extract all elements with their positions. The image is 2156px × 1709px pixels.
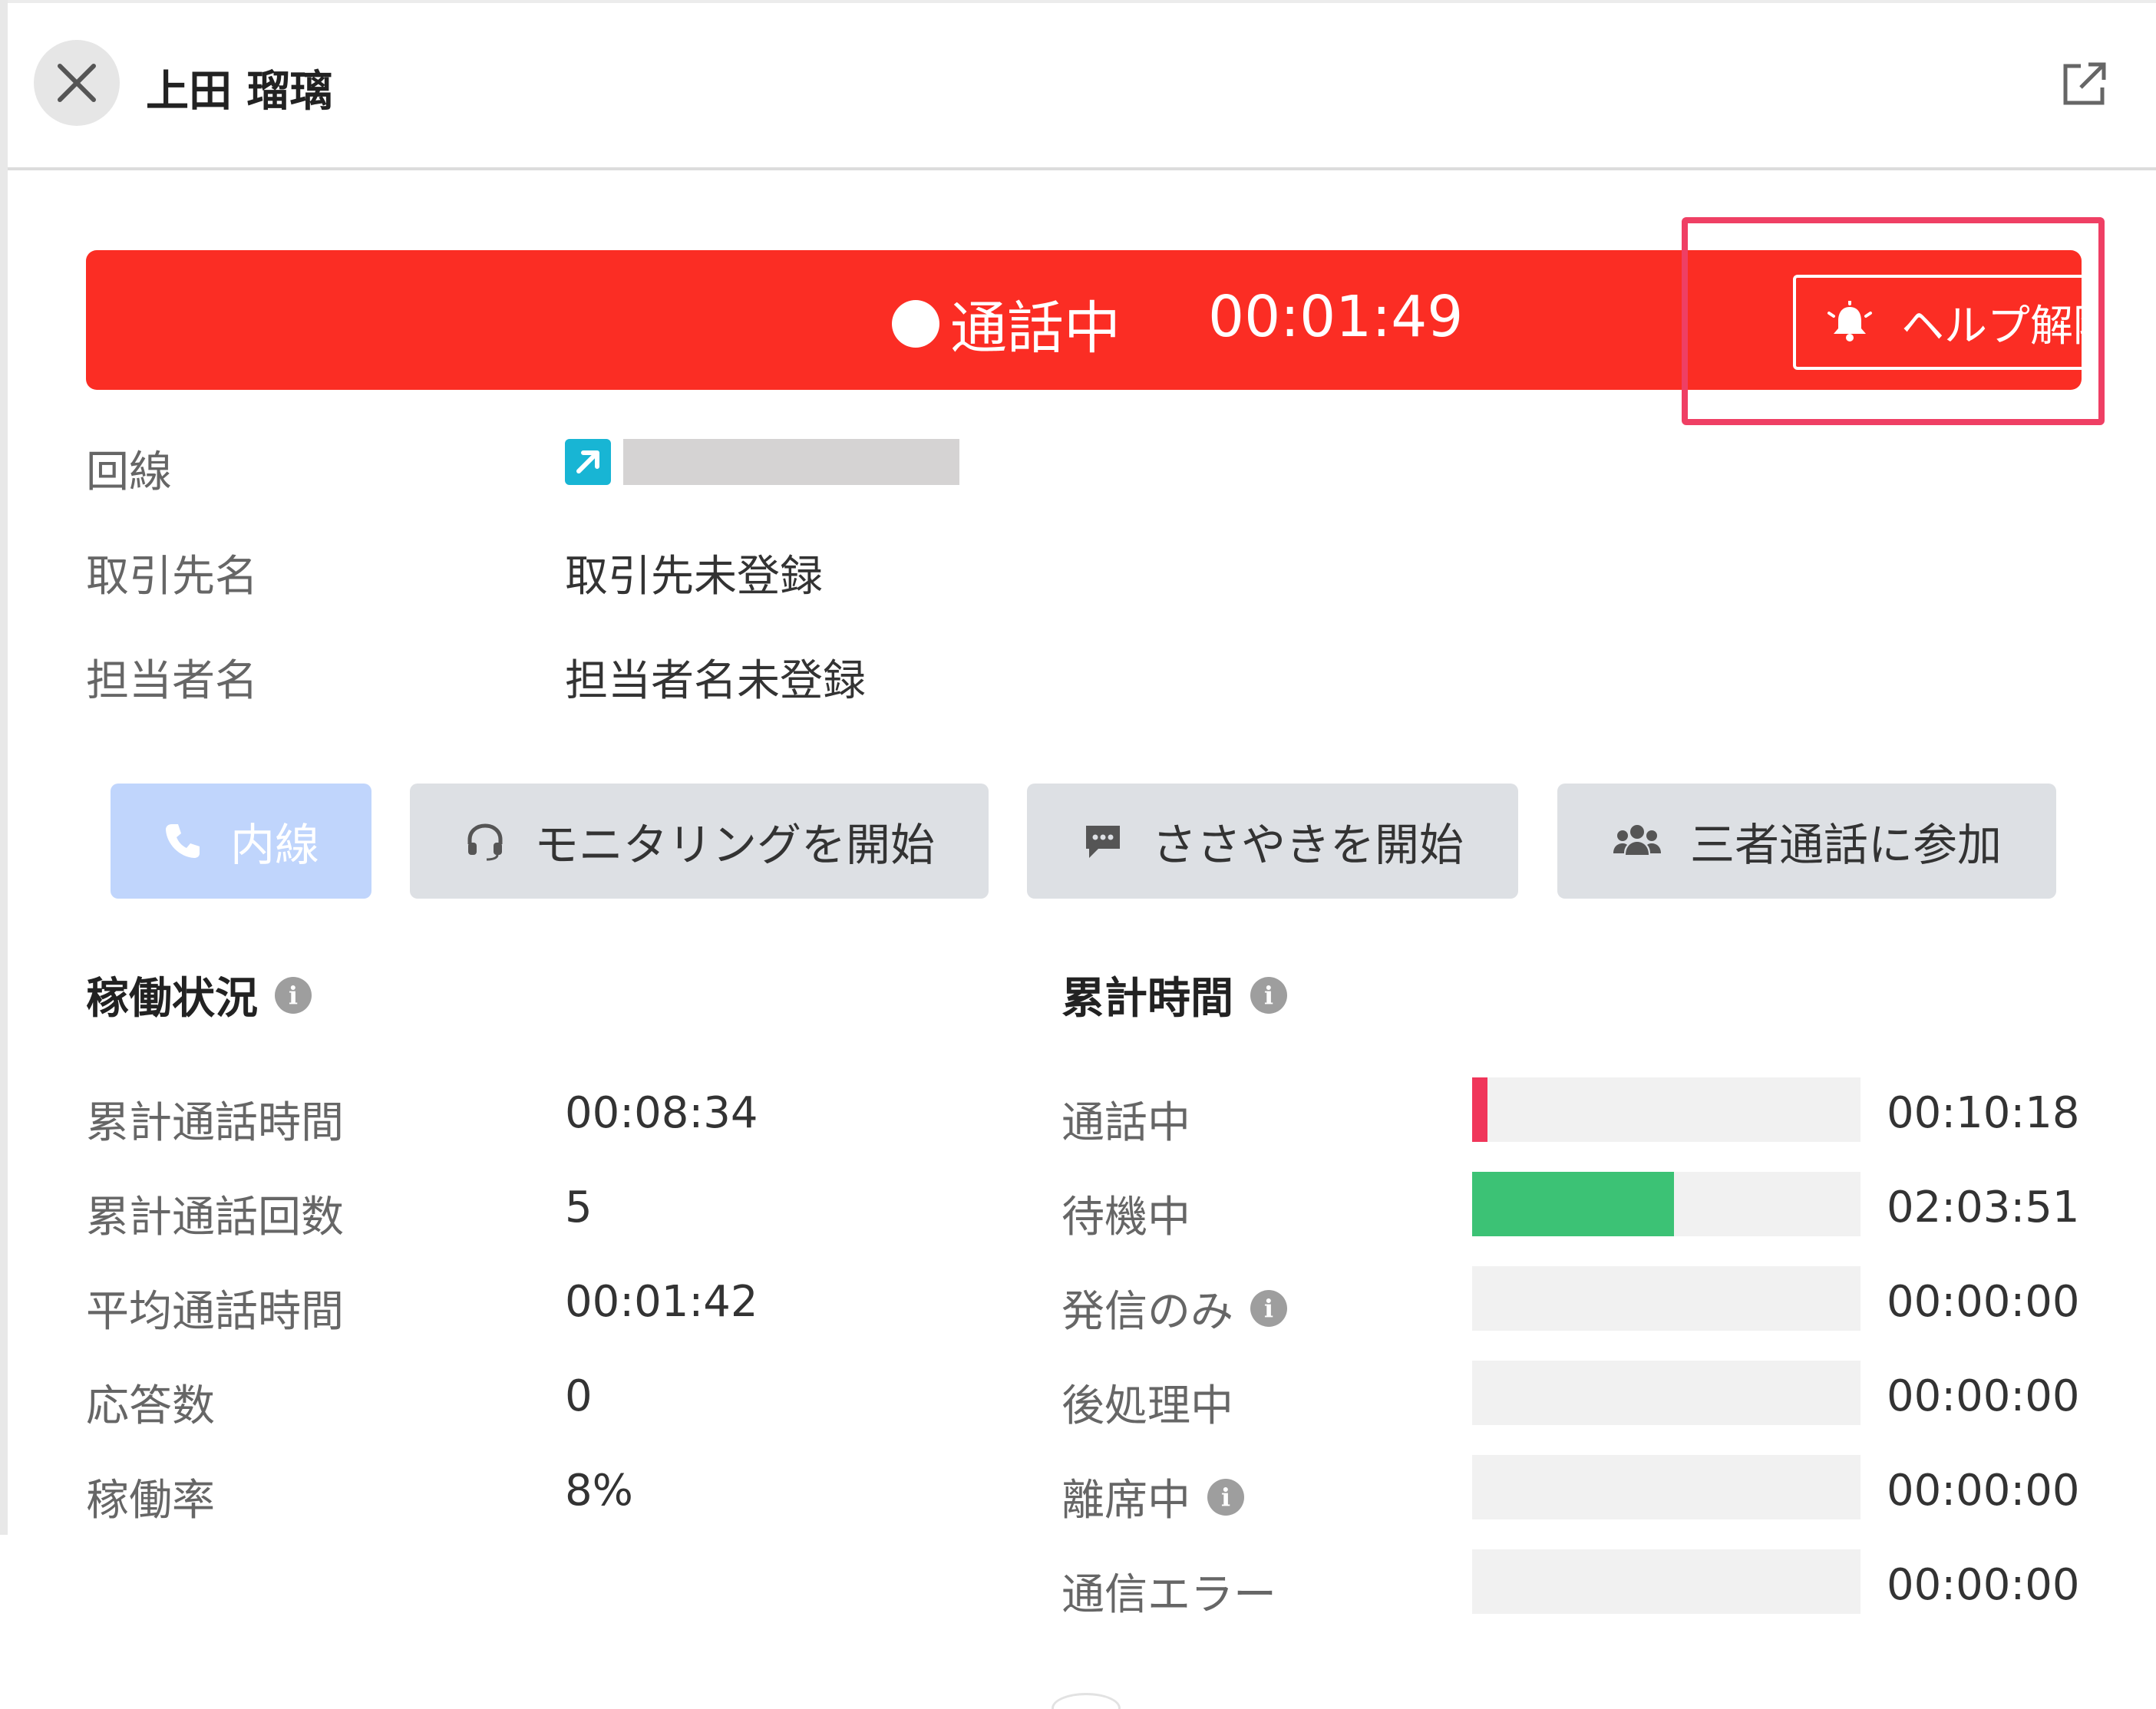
operation-status-title: 稼働状況 i	[86, 964, 312, 1026]
cumulative-label: 待機中	[1061, 1183, 1190, 1245]
stat-value: 8%	[565, 1466, 633, 1516]
cumulative-value: 00:00:00	[1887, 1466, 2080, 1516]
scroll-indicator[interactable]	[1052, 1693, 1121, 1709]
stat-value: 0	[565, 1371, 593, 1421]
cumulative-label: 通話中	[1061, 1088, 1190, 1150]
cumulative-label-text: 通話中	[1061, 1098, 1190, 1148]
info-icon[interactable]: i	[275, 976, 312, 1014]
time-bar-fill	[1472, 1077, 1488, 1142]
stat-label: 応答数	[86, 1381, 215, 1431]
time-bar	[1472, 1455, 1860, 1519]
extension-button[interactable]: 内線	[111, 784, 371, 899]
cumulative-label: 発信のみ i	[1061, 1277, 1287, 1339]
start-monitoring-button[interactable]: モニタリングを開始	[410, 784, 989, 899]
help-button-highlight	[1682, 217, 2105, 425]
panel-header: 上田 瑠璃	[8, 3, 2156, 170]
headset-icon	[467, 823, 503, 861]
start-whisper-button[interactable]: ささやきを開始	[1027, 784, 1518, 899]
call-detail-panel: 上田 瑠璃 通話中 00:01:49 ヘルプ解除 回線 取引先名 取引先未登録 …	[0, 0, 2156, 1709]
cumulative-time-title-text: 累計時間	[1061, 974, 1233, 1024]
cumulative-label: 通信エラー	[1061, 1560, 1276, 1622]
client-value: 取引先未登録	[565, 552, 823, 602]
stat-label: 平均通話時間	[86, 1287, 344, 1337]
contact-value: 担当者名未登録	[565, 656, 866, 706]
outbound-arrow-icon	[565, 439, 611, 485]
external-link-icon[interactable]	[2058, 58, 2110, 111]
cumulative-label-text: 後処理中	[1061, 1381, 1233, 1431]
cumulative-label-text: 通信エラー	[1061, 1570, 1276, 1620]
extension-label: 内線	[229, 819, 319, 871]
cumulative-label: 後処理中	[1061, 1371, 1233, 1434]
start-whisper-label: ささやきを開始	[1151, 819, 1464, 871]
stat-value: 5	[565, 1183, 593, 1232]
stat-value: 00:01:42	[565, 1277, 758, 1327]
cumulative-value: 00:10:18	[1887, 1088, 2080, 1138]
phone-icon	[165, 824, 200, 858]
cumulative-value: 00:00:00	[1887, 1277, 2080, 1327]
client-label: 取引先名	[86, 552, 258, 602]
time-bar-fill	[1472, 1172, 1675, 1236]
status-dot-icon	[892, 299, 939, 348]
join-three-way-button[interactable]: 三者通話に参加	[1557, 784, 2056, 899]
close-button[interactable]	[34, 40, 120, 126]
user-name: 上田 瑠璃	[146, 67, 333, 117]
call-status: 通話中	[892, 282, 1121, 365]
group-icon	[1613, 825, 1661, 855]
time-bar	[1472, 1361, 1860, 1425]
cumulative-time-title: 累計時間 i	[1061, 964, 1287, 1026]
cumulative-value: 02:03:51	[1887, 1183, 2080, 1232]
close-icon	[58, 64, 96, 102]
cumulative-value: 00:00:00	[1887, 1560, 2080, 1610]
chat-bubble-icon	[1085, 826, 1120, 858]
info-icon[interactable]: i	[1250, 976, 1287, 1014]
time-bar	[1472, 1266, 1860, 1331]
line-number-redacted	[623, 439, 959, 485]
cumulative-label-text: 離席中	[1061, 1476, 1190, 1526]
time-bar	[1472, 1549, 1860, 1614]
stat-label: 稼働率	[86, 1476, 215, 1526]
call-elapsed-time: 00:01:49	[1208, 284, 1464, 350]
info-icon[interactable]: i	[1207, 1478, 1244, 1516]
operation-status-title-text: 稼働状況	[86, 974, 258, 1024]
cumulative-label: 離席中 i	[1061, 1466, 1244, 1528]
stat-label: 累計通話回数	[86, 1193, 344, 1242]
stat-label: 累計通話時間	[86, 1098, 344, 1148]
time-bar	[1472, 1172, 1860, 1236]
stat-value: 00:08:34	[565, 1088, 758, 1138]
join-three-way-label: 三者通話に参加	[1689, 819, 2002, 871]
left-border	[0, 0, 8, 1535]
time-bar	[1472, 1077, 1860, 1142]
contact-label: 担当者名	[86, 656, 258, 706]
start-monitoring-label: モニタリングを開始	[533, 819, 935, 871]
cumulative-label-text: 発信のみ	[1061, 1287, 1233, 1337]
line-label: 回線	[86, 447, 172, 497]
cumulative-label-text: 待機中	[1061, 1193, 1190, 1242]
info-icon[interactable]: i	[1250, 1289, 1287, 1327]
cumulative-value: 00:00:00	[1887, 1371, 2080, 1421]
call-status-label: 通話中	[950, 295, 1121, 361]
